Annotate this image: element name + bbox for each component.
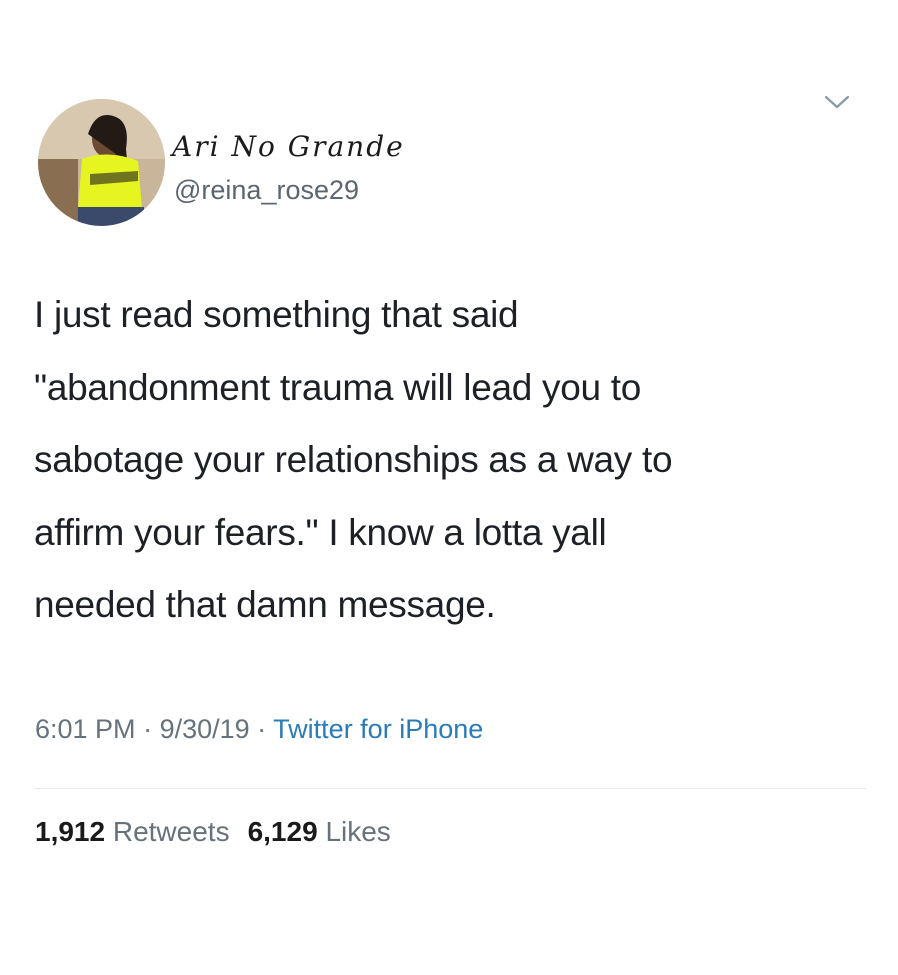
tweet-text-line: sabotage your relationships as a way to: [34, 439, 673, 480]
meta-separator: ·: [249, 714, 274, 744]
profile-photo-icon: [38, 99, 165, 226]
tweet-text-line: needed that damn message.: [34, 584, 496, 625]
tweet-text-line: affirm your fears." I know a lotta yall: [34, 511, 607, 553]
tweet-date[interactable]: 9/30/19: [160, 714, 250, 744]
likes-label: Likes: [325, 816, 391, 847]
retweets-count: 1,912: [35, 816, 106, 847]
tweet-card: Ari No Grande @reina_rose29 I just read …: [0, 0, 898, 975]
tweet-time[interactable]: 6:01 PM: [35, 714, 136, 744]
meta-separator: ·: [135, 714, 160, 744]
tweet-source-link[interactable]: Twitter for iPhone: [273, 714, 483, 744]
tweet-text-line: I just read something that said: [34, 294, 519, 335]
tweet-text-line: "abandonment trauma will lead you to: [34, 366, 642, 408]
tweet-stats: 1,912 Retweets 6,129 Likes: [35, 816, 391, 848]
tweet-text: I just read something that said "abandon…: [34, 279, 874, 642]
chevron-down-icon[interactable]: [823, 91, 851, 113]
retweets-stat[interactable]: 1,912 Retweets: [35, 816, 230, 847]
avatar[interactable]: [38, 99, 165, 226]
user-handle[interactable]: @reina_rose29: [174, 175, 359, 206]
likes-count: 6,129: [247, 816, 318, 847]
display-name[interactable]: Ari No Grande: [172, 130, 405, 163]
retweets-label: Retweets: [112, 816, 230, 847]
tweet-meta: 6:01 PM · 9/30/19 · Twitter for iPhone: [35, 714, 483, 745]
divider: [34, 788, 866, 789]
likes-stat[interactable]: 6,129 Likes: [248, 816, 391, 847]
